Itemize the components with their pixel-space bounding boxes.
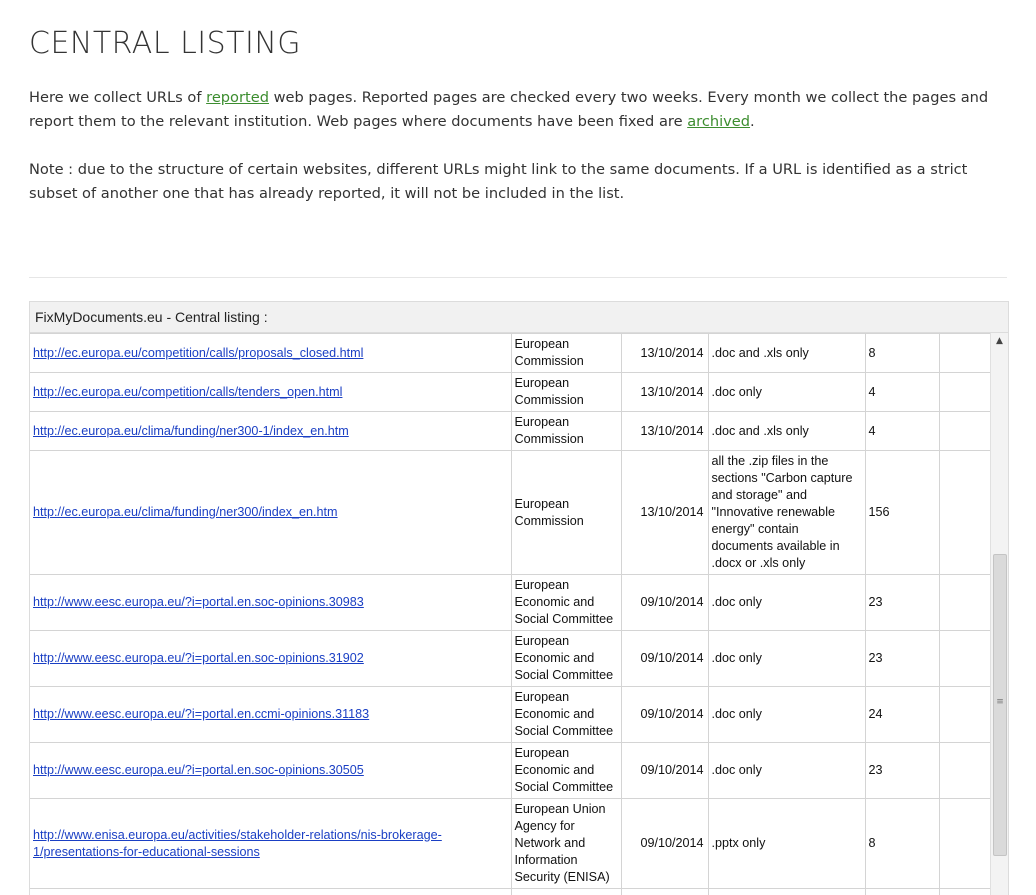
empty-cell (939, 743, 991, 799)
count-cell: 4 (865, 412, 939, 451)
sheet-title: FixMyDocuments.eu - Central listing : (30, 302, 1008, 333)
table-row: http://www.eesc.europa.eu/?i=portal.en.s… (30, 575, 991, 631)
empty-cell (939, 889, 991, 895)
issue-cell: .doc only (708, 687, 865, 743)
date-cell: 09/10/2014 (621, 687, 708, 743)
issue-cell: .doc only (708, 373, 865, 412)
url-link[interactable]: http://ec.europa.eu/clima/funding/ner300… (33, 424, 349, 438)
table-row: http://ec.europa.eu/clima/funding/ner300… (30, 412, 991, 451)
institution-cell: European Commission (511, 373, 621, 412)
url-cell: http://ec.europa.eu/competition/calls/te… (30, 373, 511, 412)
intro-text-3: . (750, 113, 755, 130)
empty-cell (939, 799, 991, 889)
url-cell: http://www.eesc.europa.eu/?i=portal.en.s… (30, 743, 511, 799)
count-cell: 23 (865, 743, 939, 799)
issue-cell (708, 889, 865, 895)
count-cell: 156 (865, 451, 939, 575)
date-cell: 09/10/2014 (621, 799, 708, 889)
date-cell: 13/10/2014 (621, 451, 708, 575)
table-row: http://www.enisa.europa.eu/activities/st… (30, 799, 991, 889)
table-row: European Union (30, 889, 991, 895)
institution-cell: European Commission (511, 451, 621, 575)
url-cell: http://www.eesc.europa.eu/?i=portal.en.c… (30, 687, 511, 743)
listing-table: http://ec.europa.eu/competition/calls/pr… (30, 333, 992, 895)
table-row: http://www.eesc.europa.eu/?i=portal.en.c… (30, 687, 991, 743)
date-cell: 13/10/2014 (621, 373, 708, 412)
empty-cell (939, 373, 991, 412)
institution-cell: European Economic and Social Committee (511, 631, 621, 687)
count-cell: 23 (865, 575, 939, 631)
empty-cell (939, 687, 991, 743)
institution-cell: European Economic and Social Committee (511, 743, 621, 799)
empty-cell (939, 631, 991, 687)
count-cell: 23 (865, 631, 939, 687)
issue-cell: .doc only (708, 743, 865, 799)
url-link[interactable]: http://ec.europa.eu/competition/calls/te… (33, 385, 342, 399)
issue-cell: .pptx only (708, 799, 865, 889)
triangle-up-icon[interactable]: ▲ (991, 335, 1008, 347)
issue-cell: .doc only (708, 631, 865, 687)
url-cell: http://ec.europa.eu/clima/funding/ner300… (30, 412, 511, 451)
date-cell: 09/10/2014 (621, 743, 708, 799)
archived-link[interactable]: archived (687, 113, 750, 130)
intro-paragraph: Here we collect URLs of reported web pag… (29, 86, 1009, 134)
table-row: http://ec.europa.eu/clima/funding/ner300… (30, 451, 991, 575)
count-cell: 24 (865, 687, 939, 743)
issue-cell: all the .zip files in the sections "Carb… (708, 451, 865, 575)
note-paragraph: Note : due to the structure of certain w… (29, 158, 1009, 206)
date-cell: 13/10/2014 (621, 334, 708, 373)
table-row: http://ec.europa.eu/competition/calls/te… (30, 373, 991, 412)
url-cell: http://ec.europa.eu/clima/funding/ner300… (30, 451, 511, 575)
url-cell: http://ec.europa.eu/competition/calls/pr… (30, 334, 511, 373)
url-cell: http://www.eesc.europa.eu/?i=portal.en.s… (30, 631, 511, 687)
empty-cell (939, 575, 991, 631)
table-row: http://www.eesc.europa.eu/?i=portal.en.s… (30, 743, 991, 799)
url-cell: http://www.enisa.europa.eu/activities/st… (30, 799, 511, 889)
grip-lines-icon: ≡ (996, 698, 1004, 707)
url-link[interactable]: http://www.eesc.europa.eu/?i=portal.en.s… (33, 763, 364, 777)
count-cell: 8 (865, 799, 939, 889)
institution-cell: European Union (511, 889, 621, 895)
empty-cell (939, 412, 991, 451)
institution-cell: European Economic and Social Committee (511, 687, 621, 743)
url-link[interactable]: http://www.eesc.europa.eu/?i=portal.en.c… (33, 707, 369, 721)
count-cell (865, 889, 939, 895)
table-row: http://ec.europa.eu/competition/calls/pr… (30, 334, 991, 373)
table-row: http://www.eesc.europa.eu/?i=portal.en.s… (30, 631, 991, 687)
url-link[interactable]: http://www.eesc.europa.eu/?i=portal.en.s… (33, 651, 364, 665)
institution-cell: European Commission (511, 412, 621, 451)
url-link[interactable]: http://www.enisa.europa.eu/activities/st… (33, 828, 442, 859)
empty-cell (939, 451, 991, 575)
issue-cell: .doc and .xls only (708, 412, 865, 451)
page-title: CENTRAL LISTING (29, 26, 301, 61)
institution-cell: European Commission (511, 334, 621, 373)
issue-cell: .doc and .xls only (708, 334, 865, 373)
date-cell: 13/10/2014 (621, 412, 708, 451)
url-cell (30, 889, 511, 895)
url-link[interactable]: http://www.eesc.europa.eu/?i=portal.en.s… (33, 595, 364, 609)
institution-cell: European Union Agency for Network and In… (511, 799, 621, 889)
date-cell: 09/10/2014 (621, 631, 708, 687)
date-cell: 09/10/2014 (621, 575, 708, 631)
embedded-spreadsheet[interactable]: FixMyDocuments.eu - Central listing : ht… (29, 301, 1009, 895)
intro-text-1: Here we collect URLs of (29, 89, 206, 106)
issue-cell: .doc only (708, 575, 865, 631)
url-link[interactable]: http://ec.europa.eu/clima/funding/ner300… (33, 505, 338, 519)
count-cell: 8 (865, 334, 939, 373)
url-link[interactable]: http://ec.europa.eu/competition/calls/pr… (33, 346, 363, 360)
count-cell: 4 (865, 373, 939, 412)
empty-cell (939, 334, 991, 373)
url-cell: http://www.eesc.europa.eu/?i=portal.en.s… (30, 575, 511, 631)
divider (29, 277, 1007, 278)
scroll-thumb[interactable]: ≡ (993, 554, 1007, 856)
date-cell (621, 889, 708, 895)
institution-cell: European Economic and Social Committee (511, 575, 621, 631)
reported-link[interactable]: reported (206, 89, 269, 106)
vertical-scrollbar[interactable]: ▲ ≡ (990, 333, 1008, 895)
